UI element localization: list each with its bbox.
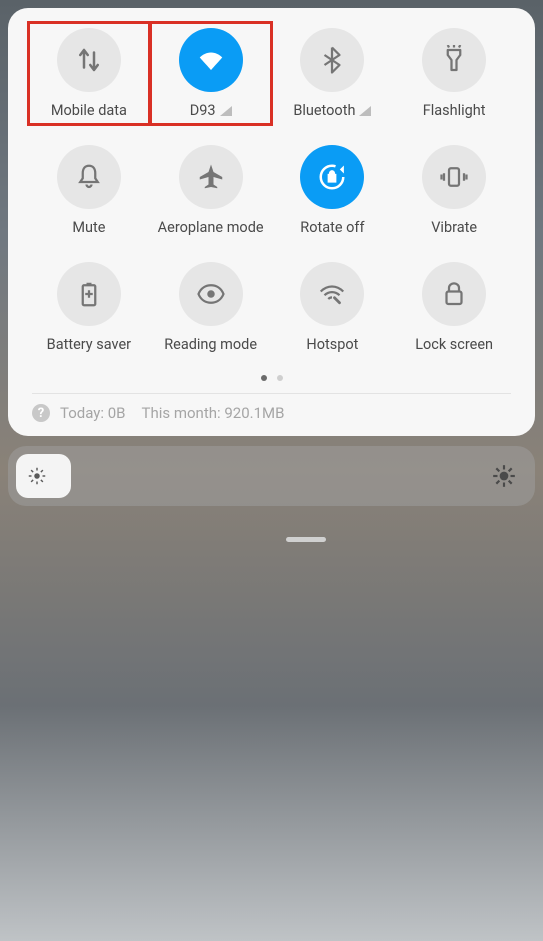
- eye-icon: [179, 262, 243, 326]
- hotspot-label: Hotspot: [306, 336, 358, 353]
- lock-icon: [422, 262, 486, 326]
- vibrate-icon: [422, 145, 486, 209]
- mute-label: Mute: [72, 219, 105, 236]
- brightness-high-icon: [491, 463, 517, 489]
- lock-screen-label: Lock screen: [415, 336, 493, 353]
- hotspot-icon: [300, 262, 364, 326]
- aeroplane-mode-tile[interactable]: Aeroplane mode: [154, 145, 268, 236]
- bell-icon: [57, 145, 121, 209]
- battery-saver-label: Battery saver: [47, 336, 131, 353]
- flashlight-label: Flashlight: [423, 102, 486, 119]
- wifi-label: D93: [190, 102, 232, 119]
- reading-mode-tile[interactable]: Reading mode: [154, 262, 268, 353]
- airplane-icon: [179, 145, 243, 209]
- help-icon: ?: [32, 404, 50, 422]
- brightness-slider[interactable]: [8, 446, 535, 506]
- mobile-data-label: Mobile data: [51, 102, 127, 119]
- battery-saver-icon: [57, 262, 121, 326]
- flashlight-tile[interactable]: Flashlight: [397, 28, 511, 119]
- brightness-low-icon: [26, 465, 48, 487]
- page-indicator: [32, 375, 511, 381]
- battery-saver-tile[interactable]: Battery saver: [32, 262, 146, 353]
- rotate-off-tile[interactable]: Rotate off: [276, 145, 390, 236]
- page-dot-active: [261, 375, 267, 381]
- data-usage-today: Today: 0B: [60, 404, 126, 422]
- page-dot: [277, 375, 283, 381]
- signal-icon: [359, 106, 371, 116]
- mute-tile[interactable]: Mute: [32, 145, 146, 236]
- mobile-data-icon: [57, 28, 121, 92]
- bluetooth-icon: [300, 28, 364, 92]
- wifi-tile[interactable]: D93: [154, 26, 268, 121]
- hotspot-tile[interactable]: Hotspot: [276, 262, 390, 353]
- tiles-grid: Mobile data D93 Bluetooth Flas: [32, 28, 511, 353]
- lock-screen-tile[interactable]: Lock screen: [397, 262, 511, 353]
- vibrate-tile[interactable]: Vibrate: [397, 145, 511, 236]
- data-usage-month: This month: 920.1MB: [142, 404, 285, 422]
- rotate-off-label: Rotate off: [300, 219, 364, 236]
- flashlight-icon: [422, 28, 486, 92]
- divider: [32, 393, 511, 394]
- vibrate-label: Vibrate: [431, 219, 477, 236]
- signal-icon: [220, 106, 232, 116]
- mobile-data-tile[interactable]: Mobile data: [32, 26, 146, 121]
- reading-mode-label: Reading mode: [164, 336, 257, 353]
- drawer-handle[interactable]: [286, 537, 326, 542]
- aeroplane-mode-label: Aeroplane mode: [158, 219, 264, 236]
- wifi-icon: [179, 28, 243, 92]
- quick-settings-panel: Mobile data D93 Bluetooth Flas: [8, 8, 535, 436]
- bluetooth-label: Bluetooth: [293, 102, 371, 119]
- data-usage-row[interactable]: ? Today: 0B This month: 920.1MB: [32, 404, 511, 422]
- rotate-lock-icon: [300, 145, 364, 209]
- bluetooth-tile[interactable]: Bluetooth: [276, 28, 390, 119]
